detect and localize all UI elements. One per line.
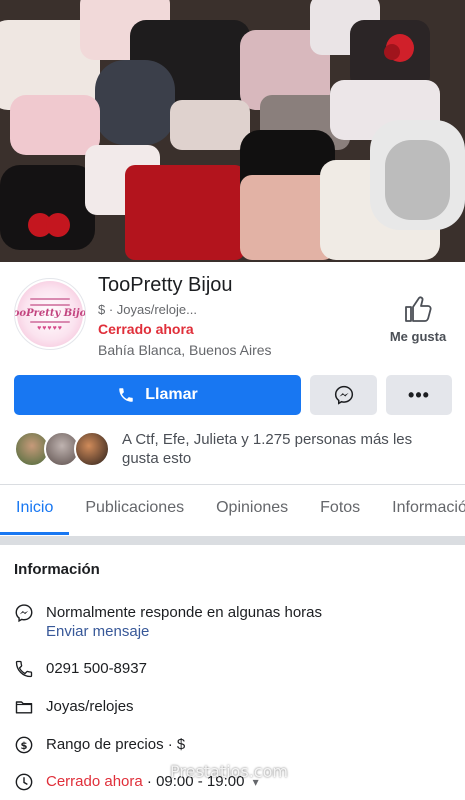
thumbs-up-icon <box>405 296 432 322</box>
phone-icon <box>119 388 134 402</box>
cover-bags-illustration <box>0 0 465 262</box>
logo-brand-text: TooPretty Bijou <box>15 308 86 319</box>
response-time-text: Normalmente responde en algunas horas <box>46 604 322 621</box>
tab-opiniones[interactable]: Opiniones <box>200 485 304 535</box>
page-title[interactable]: TooPretty Bijou <box>98 274 233 297</box>
messenger-icon <box>334 385 353 405</box>
tab-publicaciones[interactable]: Publicaciones <box>69 485 200 535</box>
info-section-title: Información <box>14 561 100 578</box>
page-tabs: Inicio Publicaciones Opiniones Fotos Inf… <box>0 485 465 535</box>
like-page-button[interactable]: Me gusta <box>384 295 452 344</box>
page-location: Bahía Blanca, Buenos Aires <box>98 342 272 358</box>
avatar <box>74 431 110 467</box>
like-label: Me gusta <box>389 329 447 344</box>
section-separator <box>0 536 465 545</box>
messenger-button[interactable] <box>310 375 377 415</box>
category-link[interactable]: Joyas/relojes <box>46 697 134 716</box>
tab-informacion[interactable]: Informació <box>376 485 465 535</box>
clock-icon <box>15 773 33 791</box>
page-avatar[interactable]: TooPretty Bijou ♥♥♥♥♥ <box>14 278 86 350</box>
cover-photo[interactable] <box>0 0 465 262</box>
logo-line-decoration <box>30 321 70 323</box>
phone-icon <box>15 660 33 678</box>
logo-image: TooPretty Bijou ♥♥♥♥♥ <box>15 281 86 347</box>
friend-avatars[interactable] <box>14 431 110 469</box>
phone-number-link[interactable]: 0291 500-8937 <box>46 659 147 678</box>
response-row: Normalmente responde en algunas horas En… <box>14 603 454 641</box>
hearts-decoration: ♥♥♥♥♥ <box>37 325 63 332</box>
price-range-row: $ Rango de precios · $ <box>14 735 454 755</box>
messenger-icon <box>15 604 33 623</box>
category-row: Joyas/relojes <box>14 697 454 717</box>
folder-icon <box>15 701 33 714</box>
dollar-circle-icon: $ <box>15 736 33 754</box>
price-range-text: Rango de precios · $ <box>46 736 186 753</box>
hours-status: Cerrado ahora <box>46 773 143 790</box>
tab-fotos[interactable]: Fotos <box>304 485 376 535</box>
logo-line-decoration <box>30 304 70 306</box>
svg-text:$: $ <box>21 741 28 752</box>
watermark: Prestatios.com <box>170 762 288 781</box>
more-options-button[interactable]: ••• <box>386 375 452 415</box>
call-button-label: Llamar <box>145 386 198 403</box>
tab-inicio[interactable]: Inicio <box>0 485 70 535</box>
page-category: $ · Joyas/reloje... <box>98 302 197 317</box>
phone-row: 0291 500-8937 <box>14 659 454 679</box>
call-button[interactable]: Llamar <box>14 375 301 415</box>
friends-like-text[interactable]: A Ctf, Efe, Julieta y 1.275 personas más… <box>122 430 452 468</box>
send-message-link[interactable]: Enviar mensaje <box>46 622 322 641</box>
logo-line-decoration <box>30 298 70 300</box>
open-status: Cerrado ahora <box>98 321 194 337</box>
